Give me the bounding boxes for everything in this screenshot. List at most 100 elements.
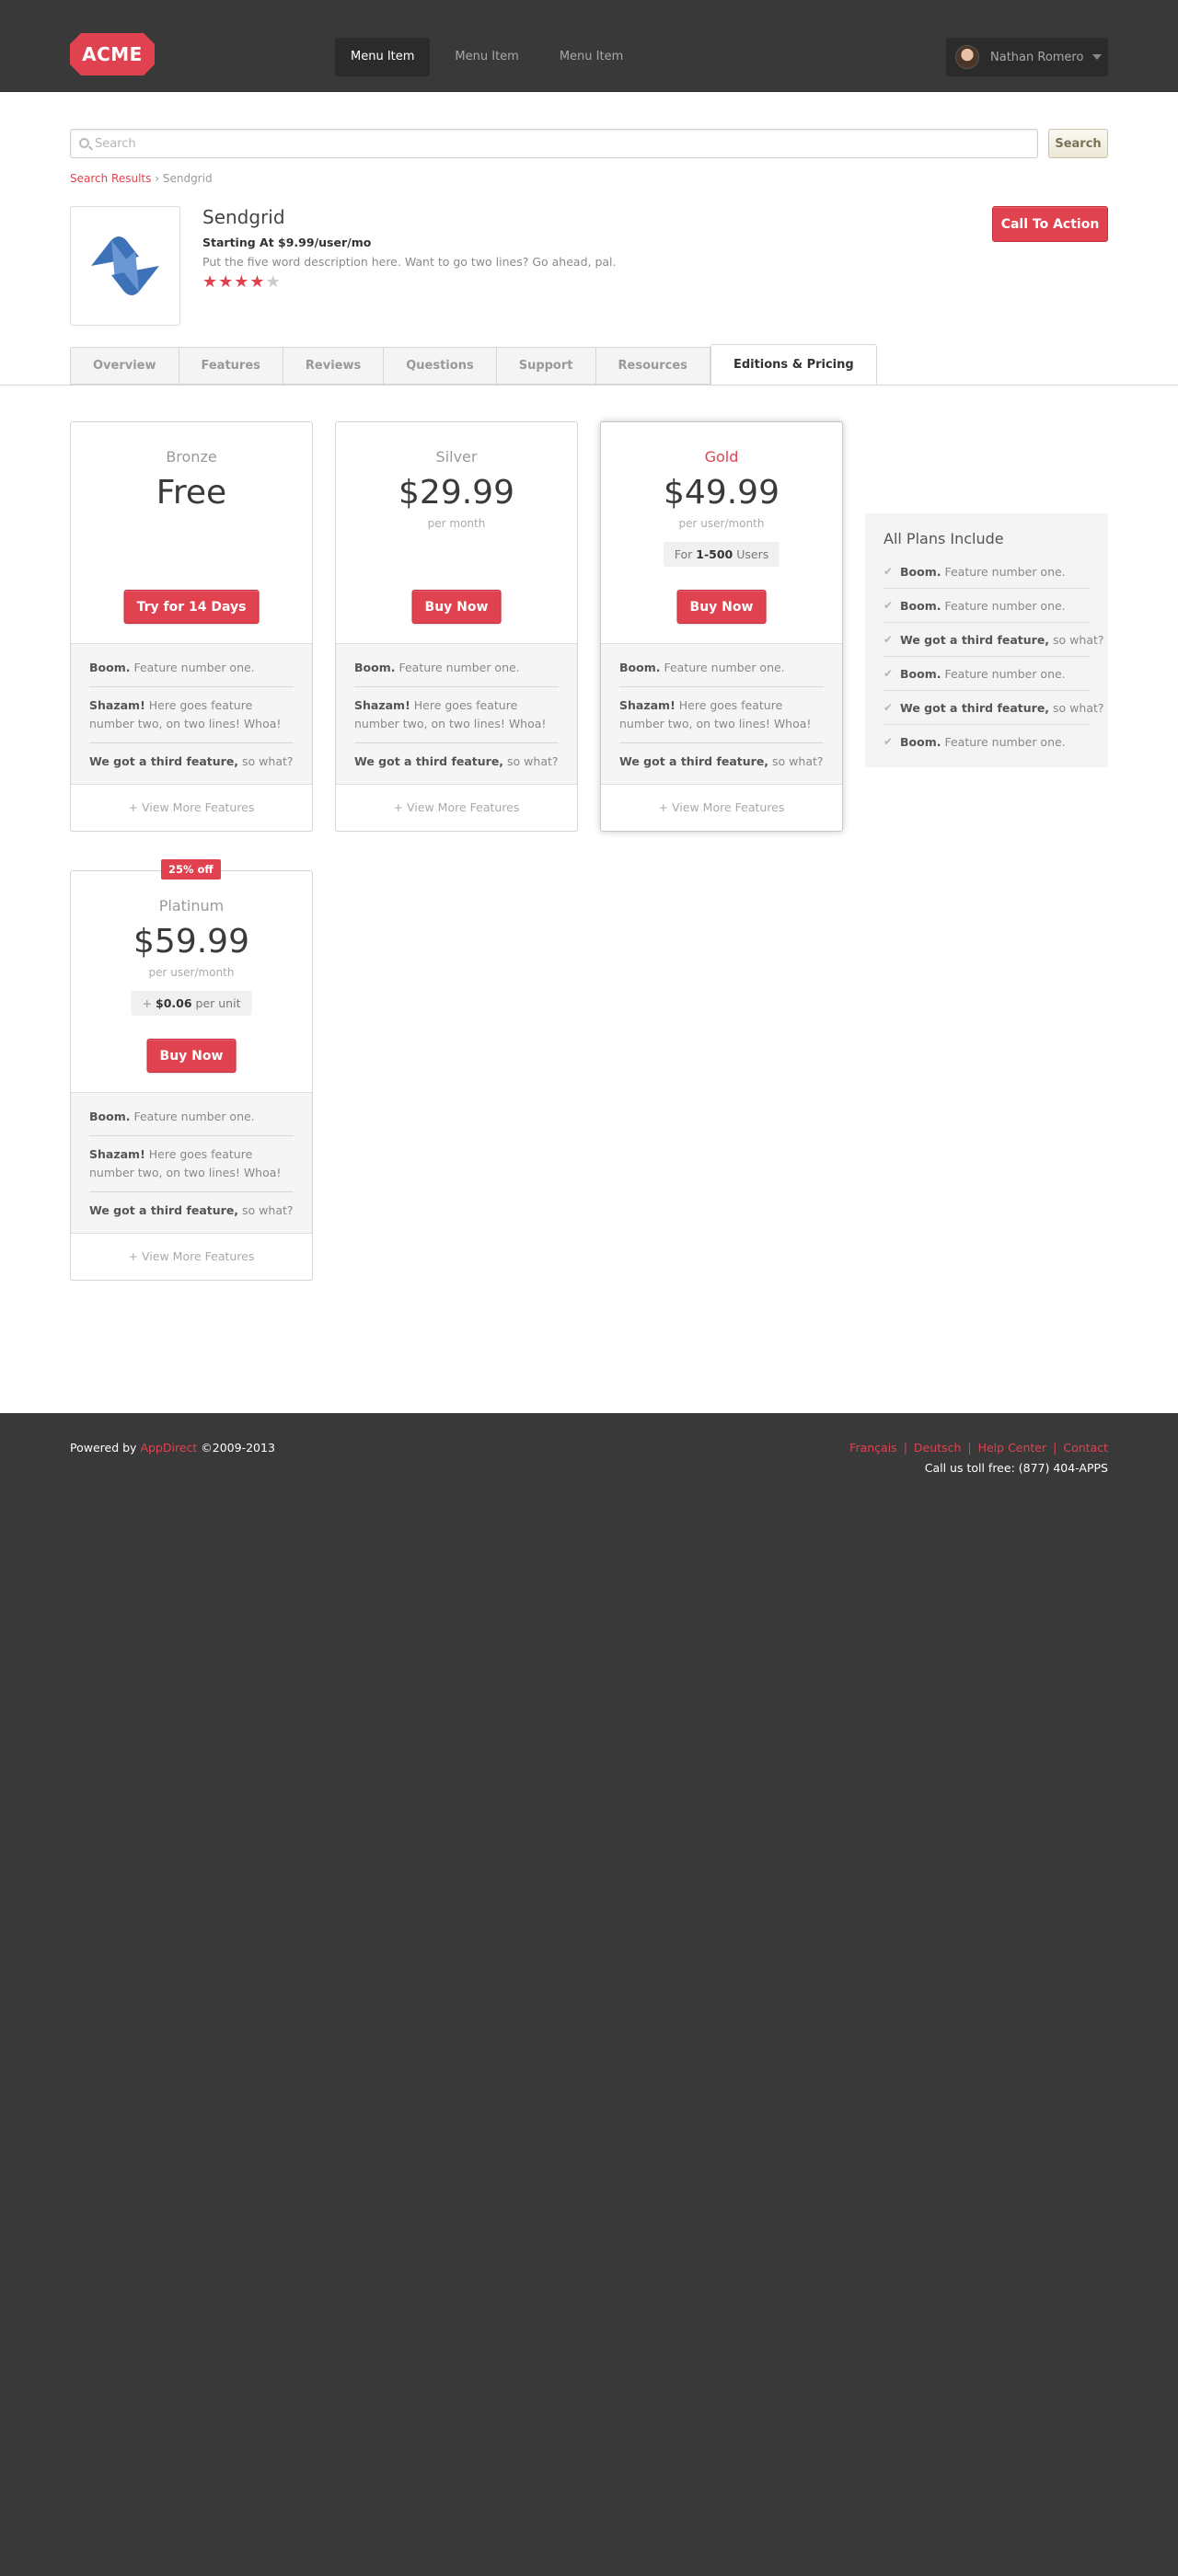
- view-more-features-link[interactable]: + View More Features: [601, 785, 842, 831]
- search-input[interactable]: [95, 130, 1015, 157]
- tab-questions[interactable]: Questions: [383, 347, 496, 385]
- feature-item: Shazam! Here goes feature number two, on…: [89, 1136, 294, 1192]
- view-more-features-link[interactable]: + View More Features: [71, 785, 312, 831]
- star-rating: ★★★★★: [202, 272, 282, 292]
- plan-card-bronze: Bronze Free Try for 14 Days Boom. Featur…: [70, 421, 313, 832]
- star-icon: ★: [202, 272, 219, 292]
- tab-resources[interactable]: Resources: [595, 347, 710, 385]
- feature-item: Boom. Feature number one.: [354, 650, 559, 687]
- feature-item: We got a third feature, so what?: [354, 754, 559, 768]
- view-more-features-link[interactable]: + View More Features: [71, 1234, 312, 1280]
- breadcrumb-search-results[interactable]: Search Results: [70, 172, 151, 185]
- plan-period: per user/month: [148, 966, 235, 979]
- plan-price: $49.99: [664, 474, 780, 512]
- breadcrumb: Search Results › Sendgrid: [70, 172, 213, 185]
- footer-link-contact[interactable]: Contact: [1063, 1441, 1108, 1455]
- search-icon: [79, 138, 89, 148]
- included-feature: ✔ Boom. Feature number one.: [884, 589, 1090, 623]
- star-empty-icon: ★: [265, 272, 282, 292]
- logo-text: ACME: [82, 43, 143, 65]
- user-menu[interactable]: Nathan Romero: [946, 38, 1108, 76]
- tab-overview[interactable]: Overview: [70, 347, 179, 385]
- footer: Powered by AppDirect ©2009-2013 Français…: [0, 1413, 1178, 2576]
- feature-item: Shazam! Here goes feature number two, on…: [354, 687, 559, 743]
- tab-reviews[interactable]: Reviews: [282, 347, 384, 385]
- plan-name: Platinum: [158, 897, 225, 914]
- app-title: Sendgrid: [202, 206, 285, 228]
- acme-logo[interactable]: ACME: [70, 31, 155, 77]
- feature-item: Shazam! Here goes feature number two, on…: [619, 687, 824, 743]
- plan-card-silver: Silver $29.99 per month Buy Now Boom. Fe…: [335, 421, 578, 832]
- menu-item-1[interactable]: Menu Item: [335, 38, 431, 76]
- plan-features: Boom. Feature number one. Shazam! Here g…: [71, 1092, 312, 1234]
- user-name: Nathan Romero: [990, 50, 1084, 64]
- call-to-action-button[interactable]: Call To Action: [992, 206, 1108, 242]
- feature-item: Boom. Feature number one.: [89, 1098, 294, 1136]
- main-content: Search Search Results › Sendgrid Sendgri…: [0, 92, 1178, 1413]
- powered-by: Powered by AppDirect ©2009-2013: [70, 1441, 275, 1455]
- per-unit-pill: + $0.06 per unit: [131, 991, 252, 1016]
- discount-badge: 25% off: [161, 859, 221, 880]
- included-feature: ✔ We got a third feature, so what?: [884, 691, 1104, 725]
- top-navigation-bar: ACME Menu Item Menu Item Menu Item Natha…: [0, 0, 1178, 92]
- buy-now-button[interactable]: Buy Now: [146, 1039, 237, 1073]
- plan-name: Gold: [704, 448, 739, 466]
- feature-item: Boom. Feature number one.: [619, 650, 824, 687]
- sendgrid-logo-icon: [91, 236, 159, 295]
- plan-features: Boom. Feature number one. Shazam! Here g…: [336, 643, 577, 785]
- plan-card-gold: Gold $49.99 per user/month For 1-500 Use…: [600, 421, 843, 832]
- plan-price: $59.99: [133, 923, 249, 960]
- tab-bar: Overview Features Reviews Questions Supp…: [70, 344, 877, 385]
- breadcrumb-current: Sendgrid: [162, 172, 213, 185]
- feature-item: Shazam! Here goes feature number two, on…: [89, 687, 294, 743]
- plan-period: per month: [427, 517, 486, 530]
- check-icon: ✔: [884, 599, 894, 612]
- appdirect-link[interactable]: AppDirect: [140, 1441, 197, 1455]
- footer-link-francais[interactable]: Français: [849, 1441, 897, 1455]
- footer-link-help-center[interactable]: Help Center: [978, 1441, 1047, 1455]
- plan-features: Boom. Feature number one. Shazam! Here g…: [601, 643, 842, 785]
- tab-features[interactable]: Features: [178, 347, 283, 385]
- plan-name: Silver: [435, 448, 478, 466]
- try-14-days-button[interactable]: Try for 14 Days: [123, 590, 260, 624]
- tab-support[interactable]: Support: [495, 347, 595, 385]
- app-description: Put the five word description here. Want…: [202, 255, 617, 269]
- included-feature: ✔ Boom. Feature number one.: [884, 657, 1090, 691]
- main-menu: Menu Item Menu Item Menu Item: [335, 38, 648, 76]
- chevron-down-icon: [1092, 54, 1103, 60]
- feature-item: Boom. Feature number one.: [89, 650, 294, 687]
- all-plans-include-panel: All Plans Include ✔ Boom. Feature number …: [865, 513, 1108, 767]
- search-box: [70, 129, 1038, 158]
- search-button[interactable]: Search: [1048, 129, 1108, 158]
- user-range-pill: For 1-500 Users: [663, 542, 780, 567]
- menu-item-3[interactable]: Menu Item: [544, 38, 639, 76]
- check-icon: ✔: [884, 633, 894, 646]
- feature-item: We got a third feature, so what?: [89, 1203, 294, 1217]
- check-icon: ✔: [884, 565, 894, 578]
- buy-now-button[interactable]: Buy Now: [411, 590, 502, 624]
- plan-period: per user/month: [678, 517, 765, 530]
- check-icon: ✔: [884, 701, 894, 714]
- plan-card-platinum: Platinum $59.99 per user/month + $0.06 pe…: [70, 870, 313, 1281]
- view-more-features-link[interactable]: + View More Features: [336, 785, 577, 831]
- menu-item-2[interactable]: Menu Item: [439, 38, 534, 76]
- star-icon: ★: [234, 272, 250, 292]
- footer-link-deutsch[interactable]: Deutsch: [914, 1441, 961, 1455]
- plan-name: Bronze: [166, 448, 217, 466]
- tab-editions-pricing[interactable]: Editions & Pricing: [710, 344, 877, 385]
- star-icon: ★: [249, 272, 266, 292]
- plan-price: Free: [156, 474, 227, 512]
- plan-price: $29.99: [398, 474, 514, 512]
- included-feature: ✔ We got a third feature, so what?: [884, 623, 1104, 657]
- included-feature: ✔ Boom. Feature number one.: [884, 555, 1090, 589]
- plus-icon: +: [142, 996, 152, 1010]
- feature-item: We got a third feature, so what?: [619, 754, 824, 768]
- toll-free-number: Call us toll free: (877) 404-APPS: [924, 1461, 1108, 1475]
- footer-links: Français | Deutsch | Help Center | Contact: [849, 1441, 1108, 1455]
- star-icon: ★: [218, 272, 235, 292]
- included-feature: ✔ Boom. Feature number one.: [884, 735, 1066, 749]
- buy-now-button[interactable]: Buy Now: [676, 590, 767, 624]
- app-starting-price: Starting At $9.99/user/mo: [202, 236, 372, 249]
- plan-features: Boom. Feature number one. Shazam! Here g…: [71, 643, 312, 785]
- app-logo: [70, 206, 180, 326]
